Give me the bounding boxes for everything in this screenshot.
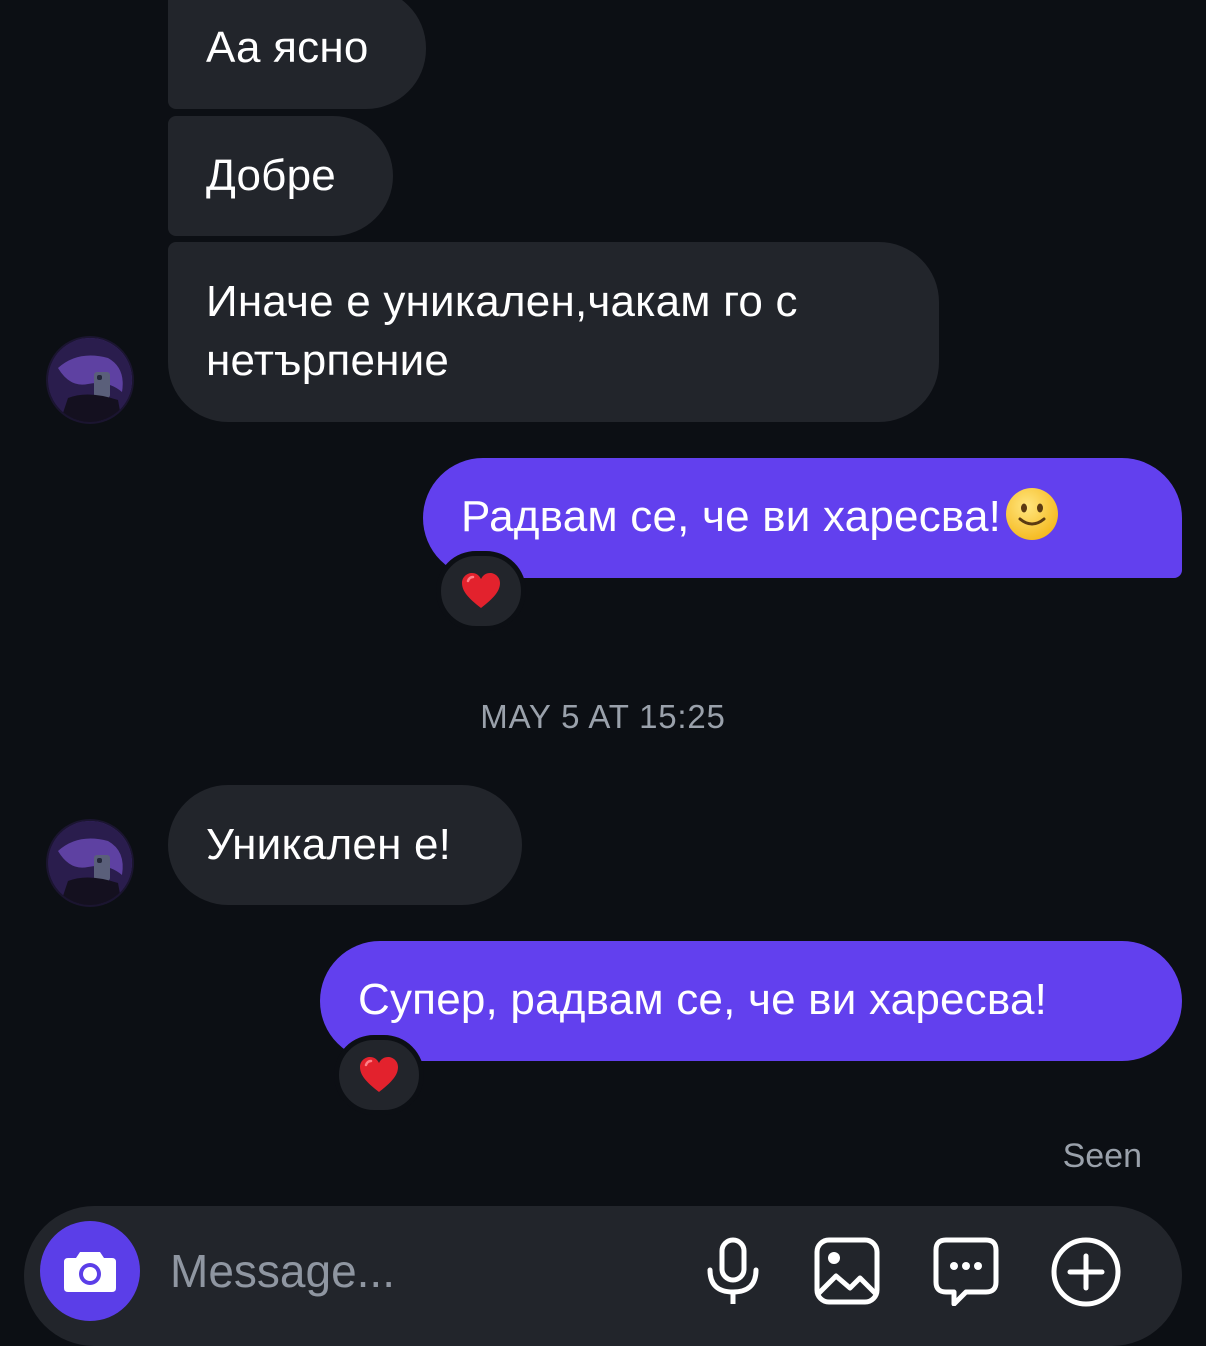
incoming-message[interactable]: Иначе е уникален,чакам го с нетърпение bbox=[168, 242, 939, 422]
message-text: Добре bbox=[206, 151, 336, 200]
microphone-button[interactable] bbox=[703, 1236, 763, 1311]
profile-photo bbox=[48, 821, 132, 905]
gallery-button[interactable] bbox=[814, 1236, 880, 1311]
message-text: Уникален е! bbox=[206, 820, 452, 869]
incoming-message[interactable]: Аа ясно bbox=[168, 0, 426, 109]
profile-photo bbox=[48, 338, 132, 422]
date-divider: MAY 5 AT 15:25 bbox=[480, 698, 726, 735]
message-text: Супер, радвам се, че ви харесва! bbox=[358, 975, 1048, 1024]
camera-button[interactable] bbox=[40, 1221, 140, 1321]
heart-reaction[interactable] bbox=[436, 551, 526, 631]
heart-reaction[interactable] bbox=[334, 1035, 424, 1115]
gallery-icon bbox=[814, 1237, 880, 1305]
plus-icon bbox=[1051, 1237, 1121, 1307]
sticker-chat-icon bbox=[933, 1237, 999, 1307]
contact-avatar[interactable] bbox=[48, 821, 132, 905]
heart-icon bbox=[360, 1057, 398, 1092]
contact-avatar[interactable] bbox=[48, 338, 132, 422]
incoming-message[interactable]: Добре bbox=[168, 116, 393, 236]
outgoing-message[interactable]: Радвам се, че ви харесва! bbox=[423, 458, 1182, 578]
message-input[interactable]: Message... bbox=[170, 1244, 395, 1298]
sticker-chat-button[interactable] bbox=[932, 1236, 1000, 1311]
microphone-icon bbox=[707, 1237, 759, 1304]
slightly-smiling-face-icon bbox=[1005, 487, 1059, 541]
seen-status: Seen bbox=[1062, 1137, 1142, 1175]
outgoing-message[interactable]: Супер, радвам се, че ви харесва! bbox=[320, 941, 1182, 1061]
message-text: Иначе е уникален,чакам го с нетърпение bbox=[206, 277, 798, 385]
message-text: Радвам се, че ви харесва! bbox=[461, 492, 1002, 541]
plus-button[interactable] bbox=[1050, 1236, 1122, 1313]
incoming-message[interactable]: Уникален е! bbox=[168, 785, 522, 905]
camera-icon bbox=[64, 1252, 116, 1292]
message-text: Аа ясно bbox=[206, 23, 369, 72]
heart-icon bbox=[462, 573, 500, 608]
